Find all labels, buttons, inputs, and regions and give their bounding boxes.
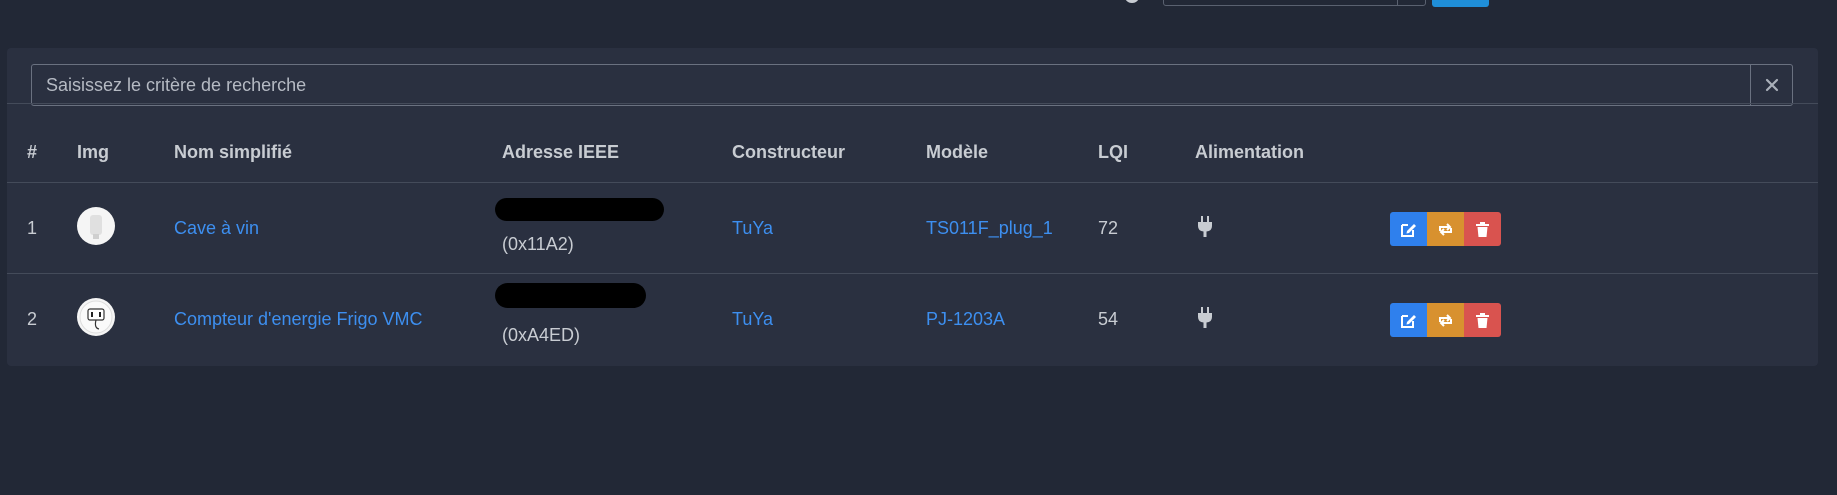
table-row: 1 Cave à vin (0x11A2) TuYa TS011F_plug_1… xyxy=(7,183,1818,273)
delete-button[interactable] xyxy=(1464,212,1501,246)
select-divider xyxy=(1397,0,1398,5)
row-num: 2 xyxy=(27,309,38,329)
header-num: # xyxy=(27,142,38,162)
ieee-short: (0xA4ED) xyxy=(502,325,581,345)
search-input[interactable] xyxy=(31,64,1750,106)
table-row: 2 Compteur d'energie Frigo VMC (0xA4ED) … xyxy=(7,274,1818,364)
delete-button[interactable] xyxy=(1464,303,1501,337)
plug-icon xyxy=(1198,307,1212,328)
edit-button[interactable] xyxy=(1390,303,1427,337)
trash-icon xyxy=(1476,312,1489,328)
top-select[interactable] xyxy=(1163,0,1426,6)
trash-icon xyxy=(1476,221,1489,237)
header-power[interactable]: Alimentation xyxy=(1195,142,1304,163)
devices-card: # Img Nom simplifié Adresse IEEE Constru… xyxy=(7,48,1818,366)
lqi-value: 54 xyxy=(1098,309,1119,329)
header-img: Img xyxy=(77,142,110,162)
sync-icon xyxy=(1439,313,1452,327)
ieee-short: (0x11A2) xyxy=(502,234,574,254)
device-image xyxy=(77,298,115,336)
header-lqi[interactable]: LQI xyxy=(1098,142,1128,163)
plug-icon xyxy=(1198,216,1212,237)
device-image xyxy=(77,207,115,245)
row-num: 1 xyxy=(27,218,38,238)
row-actions xyxy=(1390,212,1501,246)
manufacturer-link[interactable]: TuYa xyxy=(732,218,773,239)
header-model[interactable]: Modèle xyxy=(926,142,988,163)
edit-icon xyxy=(1401,223,1416,237)
model-link[interactable]: TS011F_plug_1 xyxy=(926,218,1053,239)
lqi-value: 72 xyxy=(1098,218,1119,238)
redaction xyxy=(495,283,646,308)
manufacturer-link[interactable]: TuYa xyxy=(732,309,773,330)
device-name-link[interactable]: Cave à vin xyxy=(174,218,259,239)
edit-button[interactable] xyxy=(1390,212,1427,246)
divider xyxy=(7,103,1818,104)
redaction xyxy=(495,198,664,221)
device-name-link[interactable]: Compteur d'energie Frigo VMC xyxy=(174,309,423,330)
close-icon xyxy=(1765,78,1778,92)
search-group xyxy=(31,64,1793,106)
clear-search-button[interactable] xyxy=(1750,64,1793,106)
model-link[interactable]: PJ-1203A xyxy=(926,309,1005,330)
header-name[interactable]: Nom simplifié xyxy=(174,142,292,163)
info-icon xyxy=(1125,0,1139,3)
top-toolbar xyxy=(0,0,1837,40)
header-ieee[interactable]: Adresse IEEE xyxy=(502,142,619,163)
edit-icon xyxy=(1401,314,1416,328)
sync-button[interactable] xyxy=(1427,303,1464,337)
sync-icon xyxy=(1439,222,1452,236)
header-manufacturer[interactable]: Constructeur xyxy=(732,142,845,163)
top-action-button[interactable] xyxy=(1432,0,1489,7)
table-header: # Img Nom simplifié Adresse IEEE Constru… xyxy=(7,120,1818,182)
sync-button[interactable] xyxy=(1427,212,1464,246)
row-actions xyxy=(1390,303,1501,337)
